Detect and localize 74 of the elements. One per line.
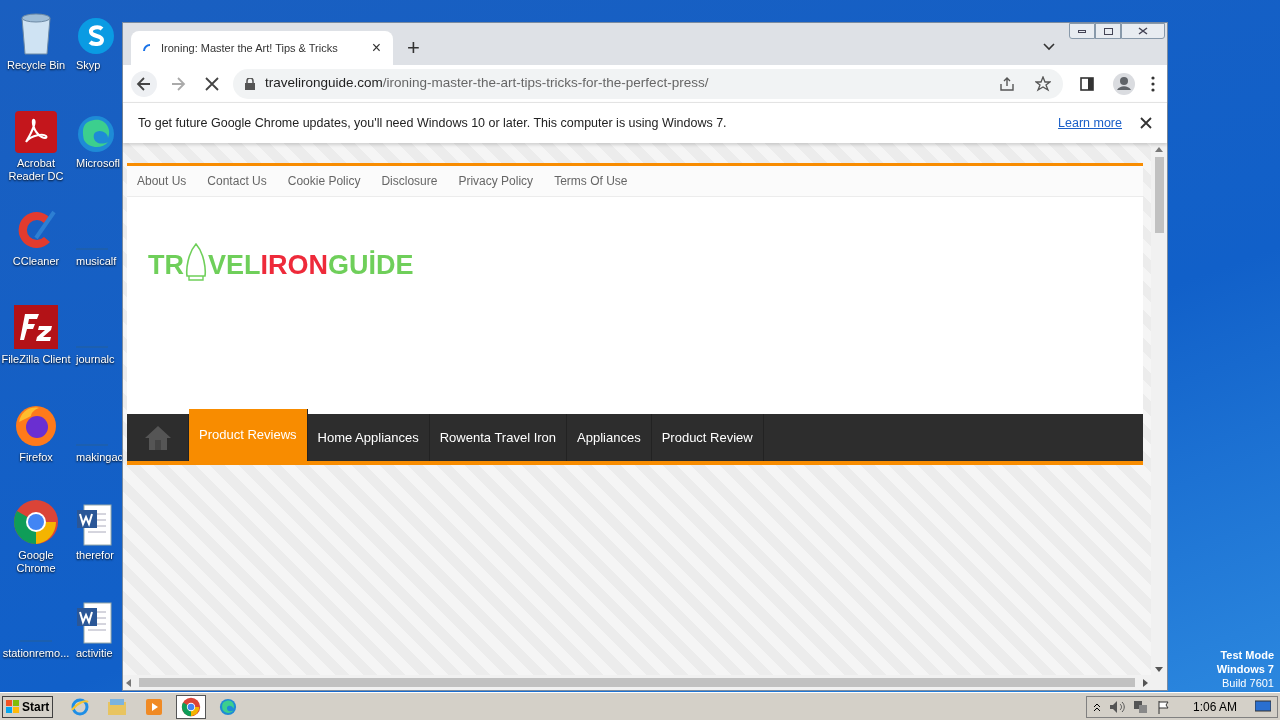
word-document-icon [76,504,112,546]
lock-icon [245,77,255,90]
word-document-icon [76,602,112,644]
desktop-icon-label[interactable]: journalc [76,353,115,366]
desktop-icon-label[interactable]: Google Chrome [1,549,71,575]
star-icon[interactable] [1035,75,1051,92]
nav-menu-item[interactable]: Product Review [651,414,764,461]
os-notice-text: Build 7601 [1222,676,1274,690]
skype-icon [76,16,116,56]
filezilla-icon [13,304,59,350]
logo-text: TR [148,252,184,279]
desktop-icon-label[interactable]: Firefox [19,451,53,464]
desktop-icon-label[interactable]: therefor [76,549,114,562]
taskbar-app-button[interactable] [176,694,207,719]
os-notice-text: Test Mode [1220,648,1274,662]
menu-icon[interactable] [1151,75,1155,92]
close-icon [1138,27,1148,35]
scroll-down-icon[interactable] [1155,667,1163,673]
desktop-icon-label[interactable]: FileZilla Client [1,353,71,366]
vertical-scrollbar-thumb[interactable] [1154,157,1164,233]
desktop-icon-label[interactable]: activitie [76,647,113,660]
nav-menu-item[interactable]: Appliances [567,414,652,461]
top-menu-link[interactable]: About Us [137,172,187,190]
chrome-icon [12,498,60,546]
chrome-icon[interactable] [181,696,202,717]
close-icon[interactable] [1140,117,1152,129]
tab-list-chevron-icon[interactable] [1043,43,1055,51]
desktop-icon-label[interactable]: musicalf [76,255,117,268]
desktop-icon-label[interactable]: stationremo... [2,647,70,660]
top-menu-link[interactable]: Privacy Policy [458,172,534,190]
scroll-up-icon[interactable] [1155,146,1163,152]
address-bar[interactable]: travelironguide.com/ironing-master-the-art-tips-tricks-for-the-perfect-press/ [233,68,1063,99]
desktop-icon-label[interactable]: makingac [76,451,124,464]
share-icon[interactable] [999,75,1015,92]
tab-close-button[interactable]: × [371,40,381,56]
logo-text: VELIRONGUİDE [208,252,414,279]
network-icon[interactable] [1132,699,1149,714]
top-menu-link[interactable]: Disclosure [381,172,438,190]
browser-tab[interactable]: Ironing: Master the Art! Tips & Tricks × [131,31,393,65]
url-text: travelironguide.com/ironing-master-the-art-tips-tricks-for-the-perfect-press/ [265,74,710,93]
scroll-right-icon[interactable] [1141,678,1149,687]
speaker-icon[interactable] [1108,699,1125,714]
flag-icon[interactable] [1156,699,1171,714]
acrobat-icon [14,110,58,154]
top-menu-link[interactable]: Contact Us [207,172,267,190]
os-notice-text: Windows 7 [1216,662,1274,676]
nav-menu-item[interactable]: Home Appliances [307,414,430,461]
desktop-icon-label[interactable]: Skyp [76,59,101,72]
edge-icon [76,114,116,154]
windows-logo-icon [6,699,20,714]
desktop-icon-label[interactable]: CCleaner [12,255,60,268]
profile-icon[interactable] [1113,72,1135,95]
top-menu-link[interactable]: Terms Of Use [554,172,628,190]
nav-menu-item[interactable]: Rowenta Travel Iron [429,414,568,461]
infobar-message: To get future Google Chrome updates, you'll need Windows 10 or later. This computer is using Windows 7. [138,114,728,132]
show-hidden-icons-icon[interactable] [1092,701,1101,712]
start-button[interactable]: Start [2,695,54,718]
show-desktop-icon[interactable] [1255,699,1271,714]
desktop-icon-label[interactable]: Microsofl [76,157,120,170]
side-panel-icon[interactable] [1079,75,1095,92]
iron-icon [184,243,208,281]
restore-button[interactable] [1095,23,1121,39]
desktop-icon-label[interactable]: Acrobat Reader DC [1,157,71,183]
loading-spinner-icon [143,44,151,52]
top-menu-link[interactable]: Cookie Policy [287,172,361,190]
close-button[interactable] [1121,23,1165,39]
minimize-button[interactable] [1069,23,1095,39]
new-tab-button[interactable]: + [407,37,420,59]
scroll-left-icon[interactable] [125,678,133,687]
learn-more-link[interactable]: Learn more [1058,113,1122,133]
clock-text[interactable]: 1:06 AM [1192,697,1237,716]
desktop-icon-label[interactable]: Recycle Bin [6,59,66,72]
horizontal-scrollbar-thumb[interactable] [139,678,1135,687]
tab-title: Ironing: Master the Art! Tips & Tricks [161,40,339,56]
